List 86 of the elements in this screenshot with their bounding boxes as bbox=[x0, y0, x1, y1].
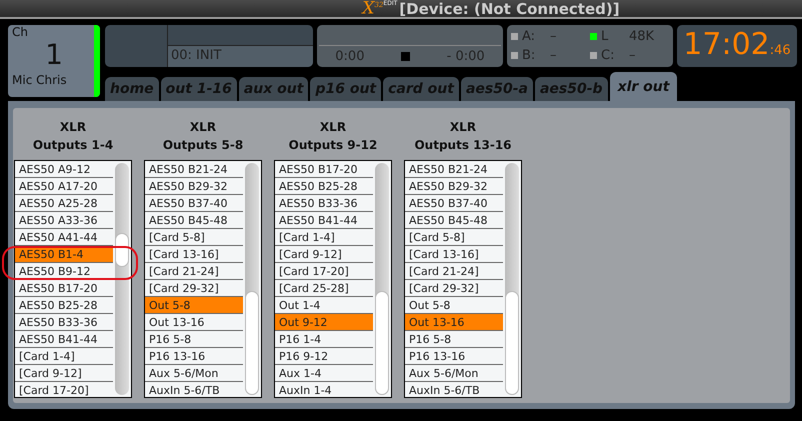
list-item[interactable]: P16 5-8 bbox=[145, 331, 243, 348]
list-item[interactable]: Out 9-12 bbox=[275, 314, 373, 331]
channel-color-bar bbox=[94, 25, 100, 97]
channel-number: 1 bbox=[44, 39, 64, 71]
list-item[interactable]: AuxIn 1-4 bbox=[275, 382, 373, 397]
list-item[interactable]: [Card 5-8] bbox=[405, 229, 503, 246]
list-item[interactable]: AES50 B33-36 bbox=[275, 195, 373, 212]
list-item[interactable]: AES50 A17-20 bbox=[15, 178, 113, 195]
list-item[interactable]: AES50 B9-12 bbox=[15, 263, 113, 280]
list-item[interactable]: [Card 13-16] bbox=[145, 246, 243, 263]
list-item[interactable]: AES50 B21-24 bbox=[405, 161, 503, 178]
clock-time: 17:02 bbox=[683, 26, 770, 64]
tab[interactable]: xlr out bbox=[610, 72, 678, 101]
list-item[interactable]: AES50 B17-20 bbox=[275, 161, 373, 178]
list-item[interactable]: AES50 A25-28 bbox=[15, 195, 113, 212]
scene-name: 00: INIT bbox=[168, 46, 313, 67]
status-label: C: bbox=[601, 48, 616, 63]
list-item[interactable]: P16 5-8 bbox=[405, 331, 503, 348]
column-title: XLR bbox=[320, 119, 346, 136]
status-value: – bbox=[550, 48, 556, 63]
list-item[interactable]: [Card 1-4] bbox=[275, 229, 373, 246]
list-item[interactable]: [Card 21-24] bbox=[145, 263, 243, 280]
scrollbar[interactable] bbox=[505, 163, 519, 395]
list-item[interactable]: [Card 17-20] bbox=[275, 263, 373, 280]
list-item[interactable]: AES50 B33-36 bbox=[15, 314, 113, 331]
list-item[interactable]: [Card 21-24] bbox=[405, 263, 503, 280]
column-title: XLR bbox=[60, 119, 86, 136]
list-item[interactable]: [Card 9-12] bbox=[15, 365, 113, 382]
channel-panel[interactable]: Ch 1 Mic Chris bbox=[8, 25, 100, 97]
column-subtitle: Outputs 13-16 bbox=[414, 137, 512, 154]
scrollbar[interactable] bbox=[245, 163, 259, 395]
list-item[interactable]: AES50 B29-32 bbox=[145, 178, 243, 195]
list-item[interactable]: AES50 B21-24 bbox=[145, 161, 243, 178]
status-value: – bbox=[629, 48, 636, 63]
list-item[interactable]: AES50 B37-40 bbox=[145, 195, 243, 212]
list-item[interactable]: [Card 5-8] bbox=[145, 229, 243, 246]
clock-seconds: :46 bbox=[770, 43, 791, 58]
list-item[interactable]: P16 9-12 bbox=[275, 348, 373, 365]
list-item[interactable]: AES50 B41-44 bbox=[15, 331, 113, 348]
list-item[interactable]: [Card 13-16] bbox=[405, 246, 503, 263]
list-item[interactable]: [Card 25-28] bbox=[275, 280, 373, 297]
list-item[interactable]: P16 13-16 bbox=[145, 348, 243, 365]
column-subtitle: Outputs 1-4 bbox=[32, 137, 114, 154]
app-logo: X$^{32}$ bbox=[362, 0, 384, 17]
stop-icon[interactable] bbox=[401, 52, 410, 61]
list-item[interactable]: AES50 B41-44 bbox=[275, 212, 373, 229]
list-item[interactable]: Aux 5-6/Mon bbox=[145, 365, 243, 382]
scrollbar[interactable] bbox=[115, 163, 129, 395]
status-label: L bbox=[601, 29, 610, 44]
list-item[interactable]: AES50 A9-12 bbox=[15, 161, 113, 178]
list-item[interactable]: [Card 1-4] bbox=[15, 348, 113, 365]
list-item[interactable]: AES50 B25-28 bbox=[15, 297, 113, 314]
list-item[interactable]: [Card 29-32] bbox=[405, 280, 503, 297]
list-item[interactable]: AES50 B37-40 bbox=[405, 195, 503, 212]
column-title: XLR bbox=[450, 119, 476, 136]
list-item[interactable]: [Card 17-20] bbox=[15, 382, 113, 397]
list-item[interactable]: AES50 A41-44 bbox=[15, 229, 113, 246]
list-item[interactable]: Aux 1-4 bbox=[275, 365, 373, 382]
list-item[interactable]: AES50 B29-32 bbox=[405, 178, 503, 195]
channel-name: Mic Chris bbox=[12, 72, 68, 89]
window-title: [Device: (Not Connected)] bbox=[399, 1, 620, 17]
status-label: A: bbox=[522, 29, 536, 44]
list-item[interactable]: AuxIn 5-6/TB bbox=[405, 382, 503, 397]
list-item[interactable]: AES50 B25-28 bbox=[275, 178, 373, 195]
remaining-time: - 0:00 bbox=[446, 49, 485, 64]
status-value: 48K bbox=[629, 29, 654, 44]
channel-label: Ch bbox=[12, 25, 29, 39]
status-value: – bbox=[550, 29, 556, 44]
list-item[interactable]: P16 13-16 bbox=[405, 348, 503, 365]
list-item[interactable]: AuxIn 5-6/TB bbox=[145, 382, 243, 397]
list-item[interactable]: Out 13-16 bbox=[405, 314, 503, 331]
status-label: B: bbox=[522, 48, 536, 63]
list-item[interactable]: AES50 B17-20 bbox=[15, 280, 113, 297]
list-item[interactable]: AES50 B45-48 bbox=[405, 212, 503, 229]
column-title: XLR bbox=[190, 119, 216, 136]
list-item[interactable]: P16 1-4 bbox=[275, 331, 373, 348]
list-item[interactable]: Out 5-8 bbox=[145, 297, 243, 314]
list-item[interactable]: [Card 9-12] bbox=[275, 246, 373, 263]
list-item[interactable]: Out 13-16 bbox=[145, 314, 243, 331]
elapsed-time: 0:00 bbox=[335, 49, 364, 64]
column-subtitle: Outputs 9-12 bbox=[288, 137, 378, 154]
scrollbar[interactable] bbox=[375, 163, 389, 395]
column-subtitle: Outputs 5-8 bbox=[162, 137, 244, 154]
list-item[interactable]: Aux 5-6/Mon bbox=[405, 365, 503, 382]
list-item[interactable]: AES50 B45-48 bbox=[145, 212, 243, 229]
list-item[interactable]: AES50 A33-36 bbox=[15, 212, 113, 229]
